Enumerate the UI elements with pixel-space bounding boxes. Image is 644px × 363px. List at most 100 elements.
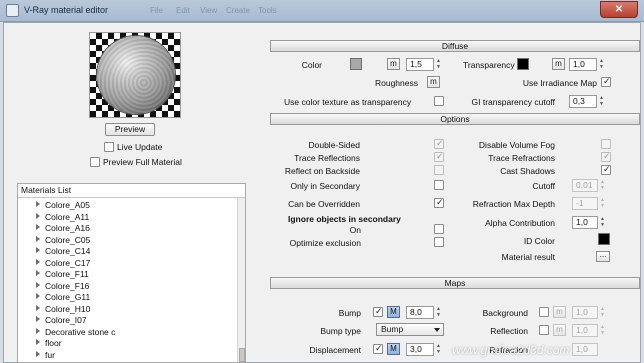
refraction-max-depth-input[interactable]: -1 (572, 197, 598, 210)
transparency-swatch[interactable] (517, 58, 529, 70)
color-swatch[interactable] (350, 58, 362, 70)
refraction-amount-input[interactable]: 1,0 (572, 343, 598, 356)
displacement-map-button[interactable]: M (387, 343, 400, 355)
maps-section-header[interactable]: Maps (270, 277, 640, 289)
list-item[interactable]: Colore_I07 (36, 315, 87, 326)
list-item[interactable]: Colore_C05 (36, 235, 90, 246)
list-item[interactable]: Colore_G11 (36, 292, 90, 303)
alpha-contribution-input[interactable]: 1,0 (572, 216, 598, 229)
bump-label: Bump (338, 308, 361, 318)
menu-file[interactable]: File (150, 6, 163, 15)
irradiance-map-label: Use Irradiance Map (522, 78, 597, 88)
list-item[interactable]: floor (36, 338, 62, 349)
expand-arrow-icon[interactable] (36, 236, 40, 242)
list-item[interactable]: Colore_A05 (36, 200, 90, 211)
id-color-label: ID Color (523, 236, 555, 246)
expand-arrow-icon[interactable] (36, 213, 40, 219)
background-spinner[interactable]: ▲ ▼ (599, 306, 606, 318)
list-item[interactable]: fur (36, 350, 55, 361)
gi-cutoff-label: GI transparency cutoff (471, 97, 555, 107)
expand-arrow-icon[interactable] (36, 328, 40, 334)
background-amount-input[interactable]: 1,0 (572, 306, 598, 319)
materials-list-scrollbar[interactable] (237, 198, 245, 362)
list-item[interactable]: Colore_A11 (36, 212, 89, 223)
reflection-spinner[interactable]: ▲ ▼ (599, 324, 606, 336)
bump-checkbox[interactable] (373, 306, 383, 317)
list-item[interactable]: Colore_F11 (36, 269, 89, 280)
options-panel: Double-Sided Trace Reflections Reflect o… (270, 126, 640, 272)
roughness-label: Roughness (374, 78, 418, 88)
irradiance-map-checkbox[interactable] (601, 76, 611, 87)
expand-arrow-icon[interactable] (36, 316, 40, 322)
menu-edit[interactable]: Edit (176, 6, 190, 15)
texture-transparency-label: Use color texture as transparency (284, 97, 412, 107)
alpha-contribution-label: Alpha Contribution (485, 218, 555, 228)
color-map-button[interactable]: m (387, 58, 400, 70)
diffuse-section-header[interactable]: Diffuse (270, 40, 640, 52)
transparency-input[interactable]: 1,0 (569, 58, 597, 71)
trace-refractions-checkbox[interactable] (601, 151, 611, 162)
live-update-checkbox[interactable] (104, 142, 114, 152)
color-spinner[interactable]: ▲ ▼ (435, 58, 442, 70)
scrollbar-thumb[interactable] (239, 348, 245, 362)
list-item[interactable]: Colore_C14 (36, 246, 90, 257)
color-multiplier-input[interactable]: 1,5 (406, 58, 434, 71)
preview-button[interactable]: Preview (105, 123, 155, 136)
expand-arrow-icon[interactable] (36, 247, 40, 253)
background-map-button[interactable]: m (553, 306, 566, 318)
expand-arrow-icon[interactable] (36, 339, 40, 345)
alpha-contribution-spinner[interactable]: ▲ ▼ (599, 216, 606, 228)
expand-arrow-icon[interactable] (36, 305, 40, 311)
list-item[interactable]: Colore_H10 (36, 304, 90, 315)
background-label: Background (482, 308, 528, 318)
list-item[interactable]: Decorative stone c (36, 327, 115, 338)
background-checkbox[interactable] (539, 307, 549, 317)
expand-arrow-icon[interactable] (36, 293, 40, 299)
trace-refractions-label: Trace Refractions (488, 153, 555, 163)
close-button[interactable]: ✕ (600, 1, 638, 18)
menu-tools[interactable]: Tools (258, 6, 277, 15)
double-sided-label: Double-Sided (308, 140, 360, 150)
refraction-max-depth-spinner[interactable]: ▲ ▼ (599, 197, 606, 209)
expand-arrow-icon[interactable] (36, 259, 40, 265)
cutoff-input[interactable]: 0,01 (572, 179, 598, 192)
disable-volume-fog-label: Disable Volume Fog (478, 140, 555, 150)
displacement-amount-input[interactable]: 3,0 (406, 343, 434, 356)
material-result-button[interactable]: ... (596, 251, 610, 262)
preview-full-material-checkbox[interactable] (90, 157, 100, 167)
title-bar: V-Ray material editor File Edit View Cre… (0, 0, 644, 22)
optimize-exclusion-label: Optimize exclusion (289, 238, 361, 248)
expand-arrow-icon[interactable] (36, 224, 40, 230)
reflection-checkbox[interactable] (539, 325, 549, 335)
gi-cutoff-input[interactable]: 0,3 (569, 95, 597, 108)
disable-volume-fog-checkbox[interactable] (601, 139, 611, 149)
list-item[interactable]: Colore_C17 (36, 258, 90, 269)
menu-view[interactable]: View (200, 6, 217, 15)
expand-arrow-icon[interactable] (36, 270, 40, 276)
roughness-map-button[interactable]: m (427, 76, 440, 88)
bump-type-dropdown[interactable]: Bump (376, 323, 444, 336)
transparency-map-button[interactable]: m (552, 58, 565, 70)
list-item[interactable]: Colore_A16 (36, 223, 90, 234)
expand-arrow-icon[interactable] (36, 351, 40, 357)
materials-list-panel: Materials List Colore_A05 Colore_A11 Col… (17, 183, 246, 363)
gi-cutoff-spinner[interactable]: ▲ ▼ (598, 95, 605, 107)
reflection-amount-input[interactable]: 1,0 (572, 324, 598, 337)
menu-create[interactable]: Create (226, 6, 250, 15)
options-section-header[interactable]: Options (270, 113, 640, 125)
id-color-swatch[interactable] (598, 233, 610, 245)
app-icon (6, 4, 19, 17)
live-update-label: Live Update (117, 142, 163, 152)
cast-shadows-checkbox[interactable] (601, 164, 611, 175)
bump-amount-input[interactable]: 8,0 (406, 306, 434, 319)
material-result-label: Material result (501, 252, 555, 262)
reflection-map-button[interactable]: m (553, 324, 566, 336)
list-item[interactable]: Colore_F16 (36, 281, 89, 292)
reflection-label: Reflection (490, 326, 528, 336)
expand-arrow-icon[interactable] (36, 282, 40, 288)
transparency-spinner[interactable]: ▲ ▼ (598, 58, 605, 70)
bump-map-button[interactable]: M (387, 306, 400, 318)
displacement-checkbox[interactable] (373, 343, 383, 354)
cutoff-spinner[interactable]: ▲ ▼ (599, 179, 606, 191)
expand-arrow-icon[interactable] (36, 201, 40, 207)
